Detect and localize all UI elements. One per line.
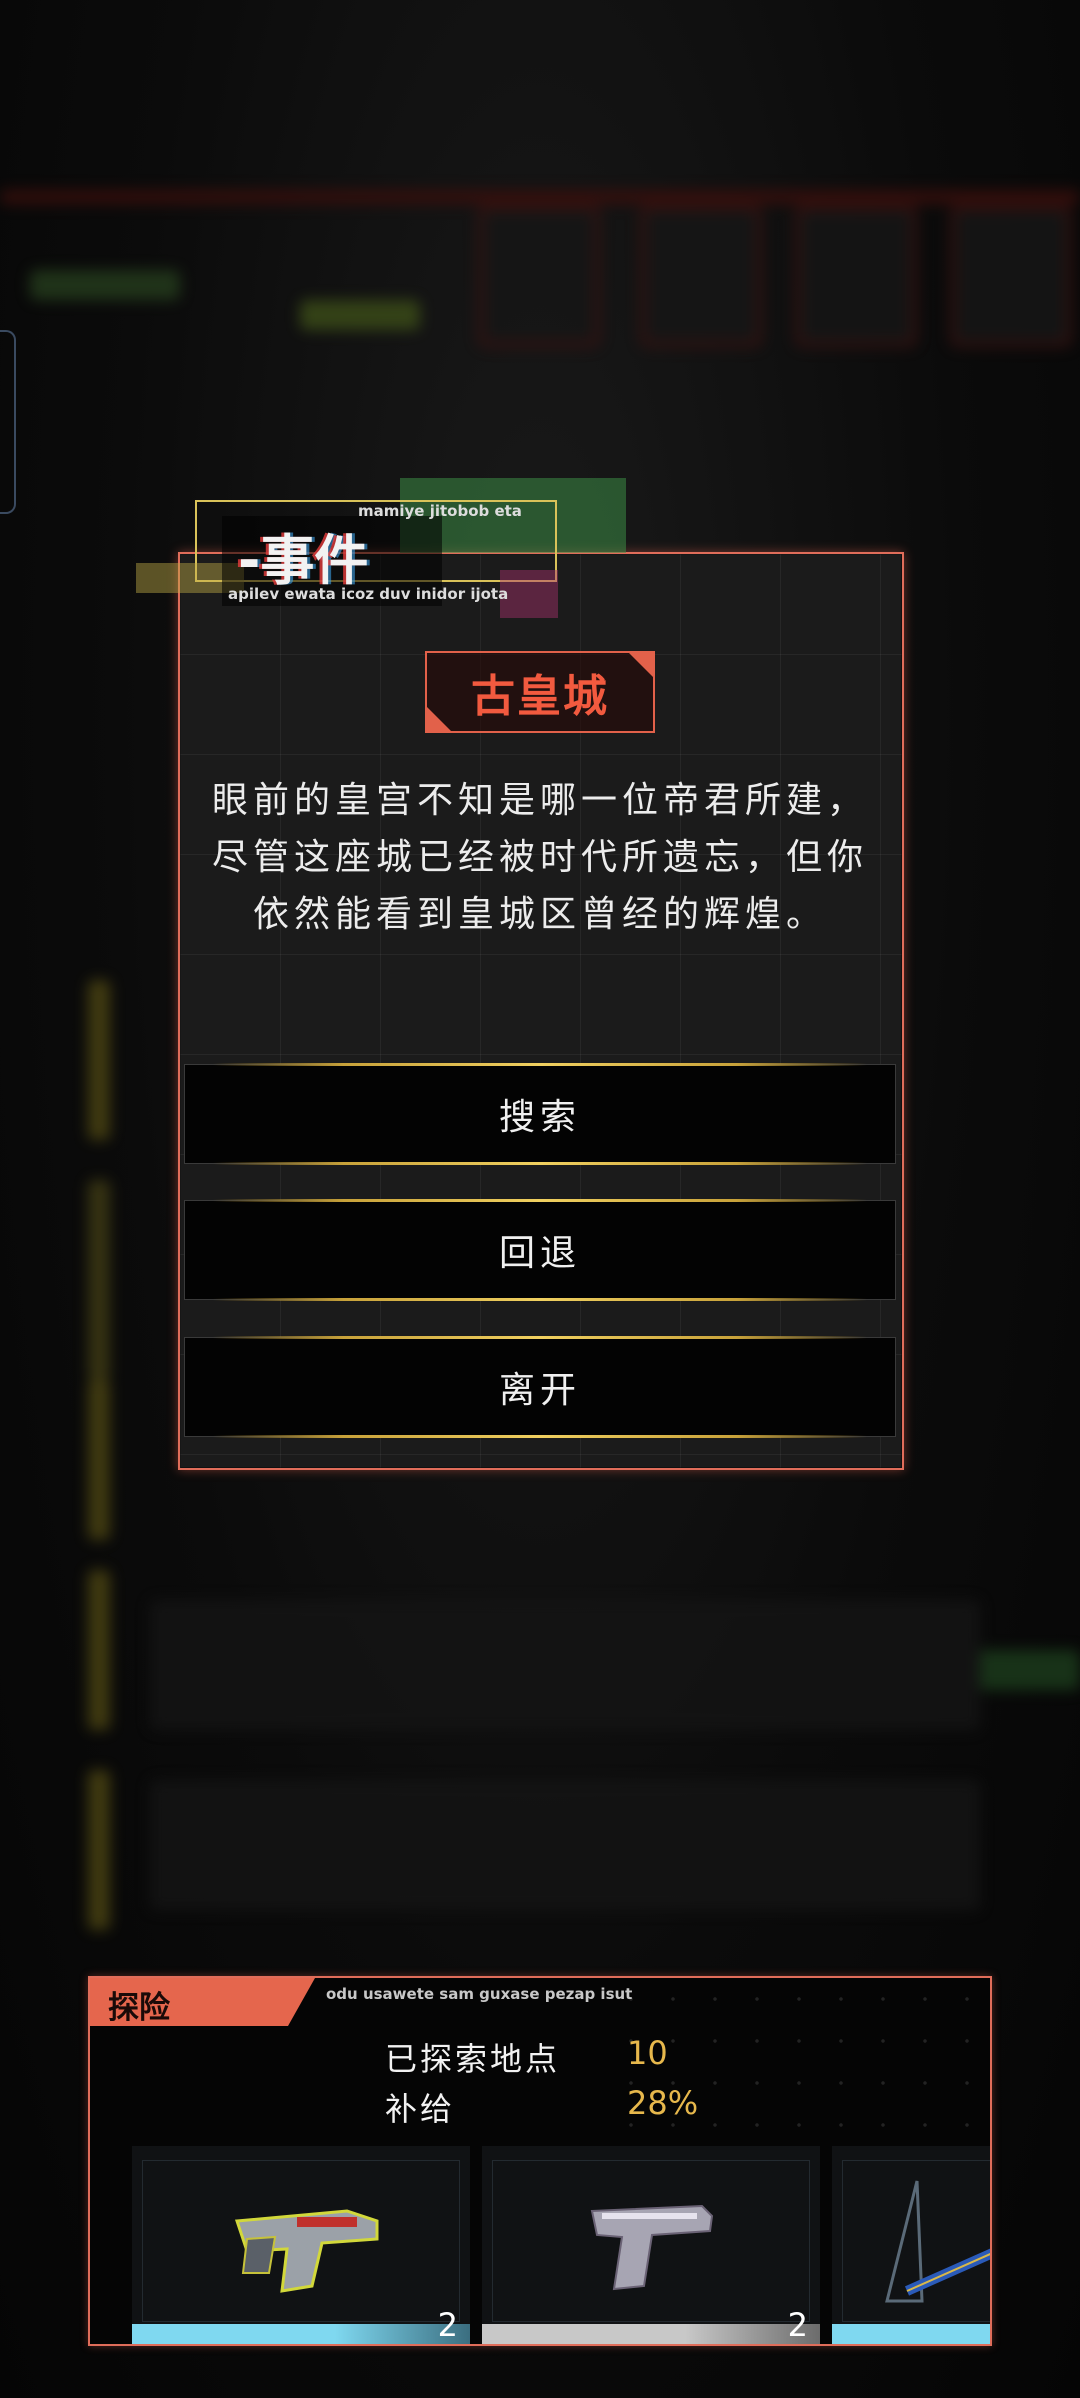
rarity-bar [482, 2324, 820, 2344]
event-description: 眼前的皇宫不知是哪一位帝君所建，尽管这座城已经被时代所遗忘，但你依然能看到皇城区… [211, 780, 868, 935]
supply-label: 补给 [385, 2090, 456, 2128]
blade-weapon-icon [885, 2180, 990, 2303]
item-count: 2 [787, 2306, 808, 2344]
explore-subtitle: odu usawete sam guxase pezap isut [326, 1985, 633, 2003]
exploration-panel: 探险 odu usawete sam guxase pezap isut 已探索… [88, 1976, 992, 2346]
rarity-bar [832, 2324, 990, 2344]
option-retreat-button[interactable]: 回退 [184, 1199, 896, 1301]
supply-value: 28% [627, 2084, 699, 2122]
location-title: 古皇城 [471, 671, 609, 722]
side-drawer-handle[interactable] [0, 330, 16, 514]
corner-decoration [627, 651, 655, 679]
corner-decoration [425, 705, 453, 733]
rarity-bar [132, 2324, 470, 2344]
explore-tab-label: 探险 [108, 1990, 170, 2026]
inventory-item-blade[interactable] [832, 2146, 990, 2344]
inventory-item-smg[interactable]: 2 [132, 2146, 470, 2344]
smg-weapon-icon [234, 2209, 379, 2293]
option-search-button[interactable]: 搜索 [184, 1063, 896, 1165]
event-header-title: -事件 [238, 529, 369, 592]
event-header-subtitle-bottom: apilev ewata icoz duv inidor ijota [228, 585, 509, 603]
item-count: 2 [437, 2306, 458, 2344]
pistol-weapon-icon [590, 2204, 714, 2291]
location-title-box: 古皇城 [425, 651, 655, 733]
glitch-block [500, 570, 558, 618]
event-header-subtitle-top: mamiye jitobob eta [358, 502, 522, 520]
inventory-item-pistol[interactable]: 2 [482, 2146, 820, 2344]
option-leave-button[interactable]: 离开 [184, 1336, 896, 1438]
explored-locations-value: 10 [627, 2034, 668, 2072]
explored-locations-label: 已探索地点 [385, 2040, 561, 2078]
